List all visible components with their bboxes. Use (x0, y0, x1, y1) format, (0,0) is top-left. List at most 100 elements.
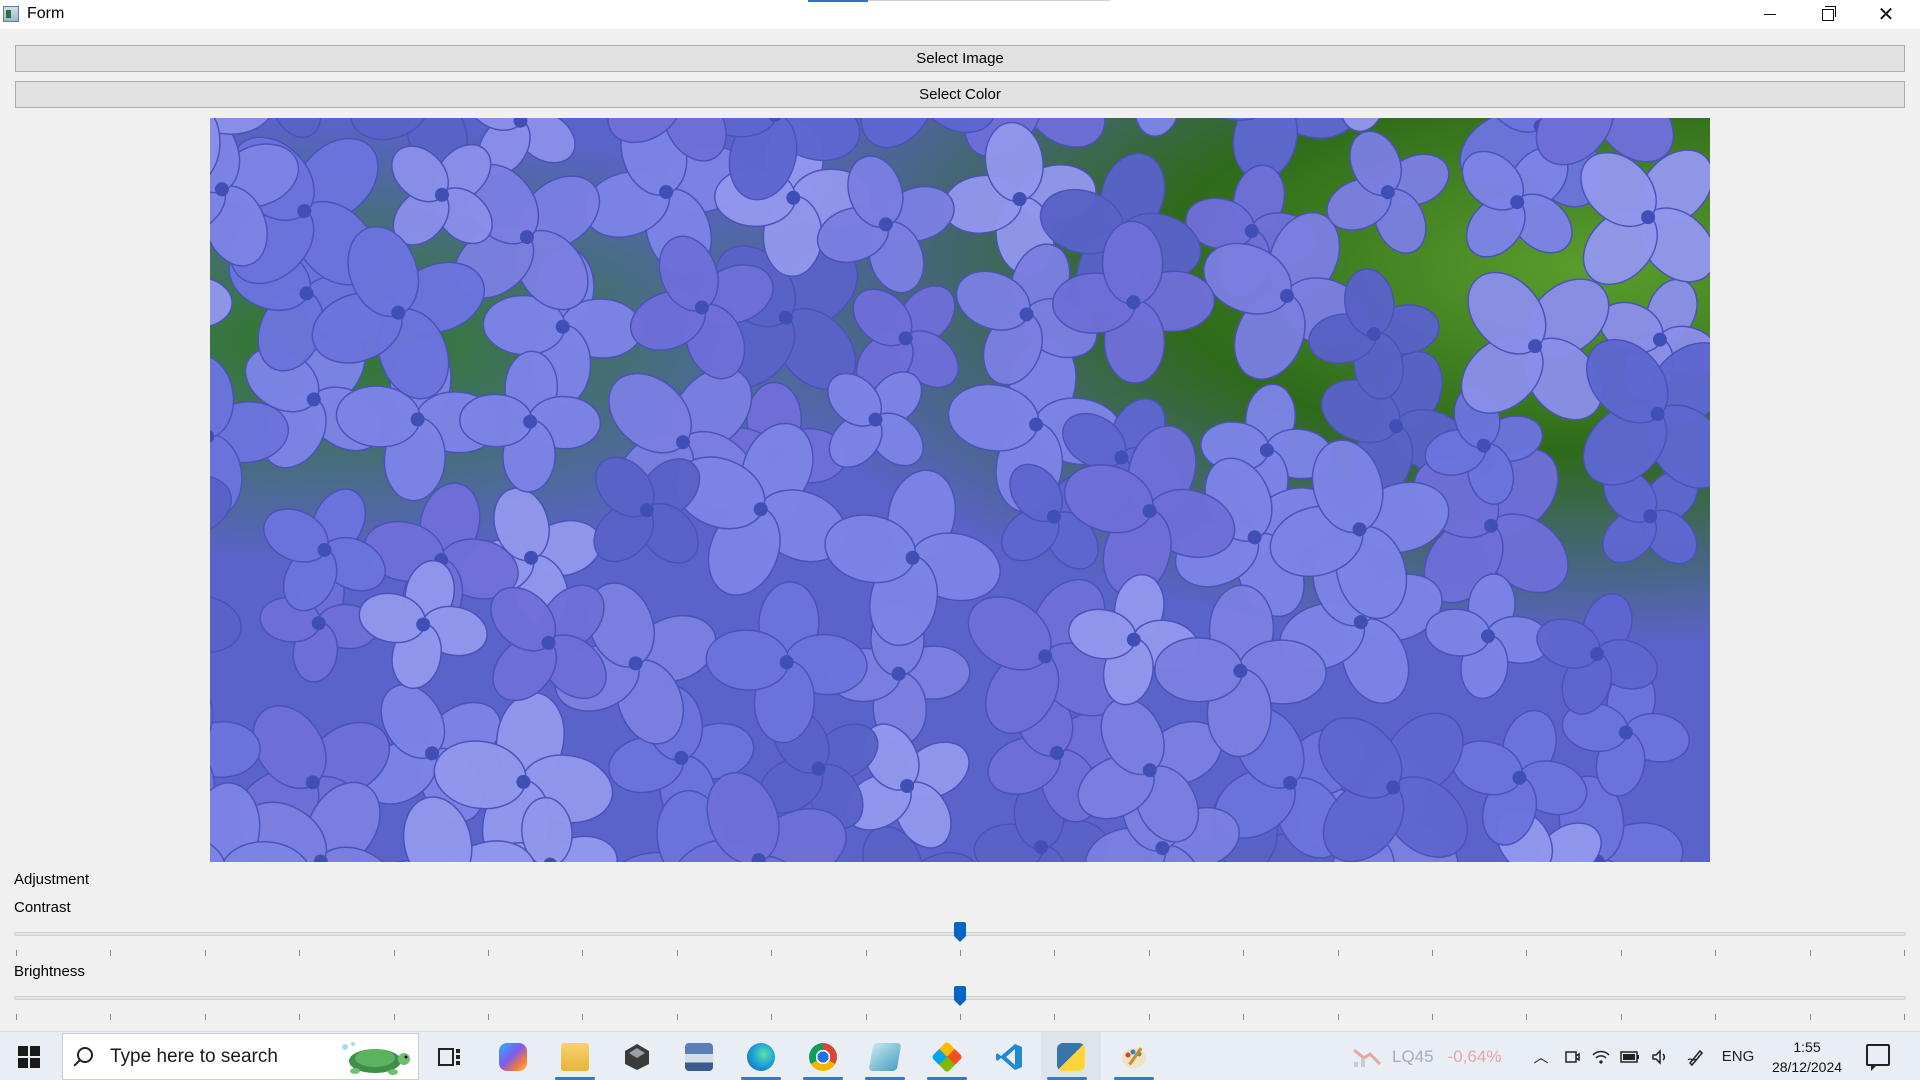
file-explorer-button[interactable] (549, 1032, 601, 1080)
minimize-button[interactable] (1741, 0, 1799, 29)
vscode-icon (996, 1043, 1022, 1070)
brightness-tick (677, 1014, 678, 1020)
brightness-tick (1621, 1014, 1622, 1020)
search-placeholder: Type here to search (110, 1046, 278, 1067)
stock-widget[interactable]: LQ45 -0,64% (1352, 1032, 1501, 1080)
chrome-button[interactable] (797, 1032, 849, 1080)
cube-icon (625, 1043, 649, 1070)
notifications-icon[interactable] (1866, 1044, 1890, 1071)
image-display (210, 118, 1710, 862)
select-color-button[interactable]: Select Color (15, 81, 1905, 108)
brightness-tick (110, 1014, 111, 1020)
contrast-tick (1621, 950, 1622, 956)
stock-chart-icon (1352, 1046, 1382, 1068)
brightness-tick (771, 1014, 772, 1020)
battery-icon (1620, 1050, 1639, 1063)
vscode-button[interactable] (983, 1032, 1035, 1080)
brightness-tick (1432, 1014, 1433, 1020)
app-3d-button[interactable] (611, 1032, 663, 1080)
battery-button[interactable] (1617, 1032, 1643, 1080)
start-button[interactable] (0, 1032, 58, 1080)
python-button[interactable] (1041, 1032, 1101, 1080)
brightness-slider-handle[interactable] (954, 986, 966, 1006)
brightness-tick (866, 1014, 867, 1020)
contrast-slider-handle[interactable] (954, 922, 966, 942)
adjustment-label: Adjustment (14, 871, 90, 888)
close-button[interactable]: ✕ (1857, 0, 1915, 29)
camera-icon (1565, 1050, 1580, 1063)
contrast-tick (582, 950, 583, 956)
app-colors-button[interactable] (921, 1032, 973, 1080)
taskbar-search[interactable]: Type here to search (62, 1033, 419, 1080)
contrast-tick (1054, 950, 1055, 956)
brightness-tick (582, 1014, 583, 1020)
pen-button[interactable] (1683, 1032, 1709, 1080)
brightness-tick (1338, 1014, 1339, 1020)
window-title: Form (27, 5, 65, 22)
task-view-button[interactable] (424, 1032, 476, 1080)
python-icon (1057, 1042, 1085, 1071)
contrast-tick (488, 950, 489, 956)
paint-palette-icon (1122, 1046, 1146, 1068)
stock-change: -0,64% (1447, 1046, 1502, 1066)
app-window-icon (3, 6, 19, 22)
colors-app-icon (931, 1040, 963, 1073)
close-icon: ✕ (1877, 3, 1895, 26)
contrast-tick (677, 950, 678, 956)
brightness-tick (1715, 1014, 1716, 1020)
contrast-tick (1526, 950, 1527, 956)
volume-button[interactable] (1647, 1032, 1673, 1080)
search-icon (77, 1047, 93, 1063)
contrast-tick (1904, 950, 1905, 956)
contrast-tick (1338, 950, 1339, 956)
stock-symbol: LQ45 (1392, 1046, 1434, 1066)
contrast-tick (1149, 950, 1150, 956)
brightness-tick (488, 1014, 489, 1020)
edge-button[interactable] (735, 1032, 787, 1080)
wifi-button[interactable] (1588, 1032, 1614, 1080)
folder-icon (561, 1042, 589, 1071)
hydrangea-image (210, 118, 1710, 862)
app-blue-button[interactable] (859, 1032, 911, 1080)
clock-date: 28/12/2024 (1771, 1059, 1843, 1075)
brightness-slider[interactable] (14, 984, 1906, 1020)
language-indicator[interactable]: ENG (1718, 1032, 1758, 1080)
meet-now-button[interactable] (1559, 1032, 1585, 1080)
contrast-tick (866, 950, 867, 956)
brightness-tick (960, 1014, 961, 1020)
contrast-tick (1243, 950, 1244, 956)
edge-icon (747, 1042, 775, 1071)
taskbar: Type here to search LQ45 -0,64% ︿ ENG 1:… (0, 1031, 1920, 1080)
scanner-icon (685, 1042, 713, 1071)
brightness-tick (205, 1014, 206, 1020)
windows-logo-icon (18, 1045, 40, 1068)
contrast-tick (16, 950, 17, 956)
turtle-icon (342, 1042, 410, 1075)
title-accent (808, 0, 1110, 2)
speaker-icon (1652, 1048, 1666, 1065)
chevron-up-icon: ︿ (1533, 1049, 1549, 1066)
task-view-icon (438, 1047, 460, 1066)
brightness-tick (394, 1014, 395, 1020)
brightness-tick (1526, 1014, 1527, 1020)
contrast-tick (110, 950, 111, 956)
brightness-tick (1904, 1014, 1905, 1020)
brightness-tick (1243, 1014, 1244, 1020)
contrast-tick (205, 950, 206, 956)
show-hidden-icons-button[interactable]: ︿ (1528, 1032, 1554, 1080)
brightness-tick (299, 1014, 300, 1020)
contrast-label: Contrast (14, 899, 71, 916)
select-image-button[interactable]: Select Image (15, 45, 1905, 72)
wifi-icon (1592, 1050, 1610, 1064)
copilot-button[interactable] (487, 1032, 539, 1080)
paint-button[interactable] (1108, 1032, 1160, 1080)
clock-time: 1:55 (1793, 1039, 1821, 1055)
app-scanner-button[interactable] (673, 1032, 725, 1080)
brightness-tick (1149, 1014, 1150, 1020)
minimize-icon (1764, 14, 1776, 15)
brightness-tick (16, 1014, 17, 1020)
restore-button[interactable] (1799, 0, 1857, 29)
contrast-slider[interactable] (14, 920, 1906, 956)
clock[interactable]: 1:55 28/12/2024 (1762, 1037, 1852, 1077)
contrast-tick (1715, 950, 1716, 956)
